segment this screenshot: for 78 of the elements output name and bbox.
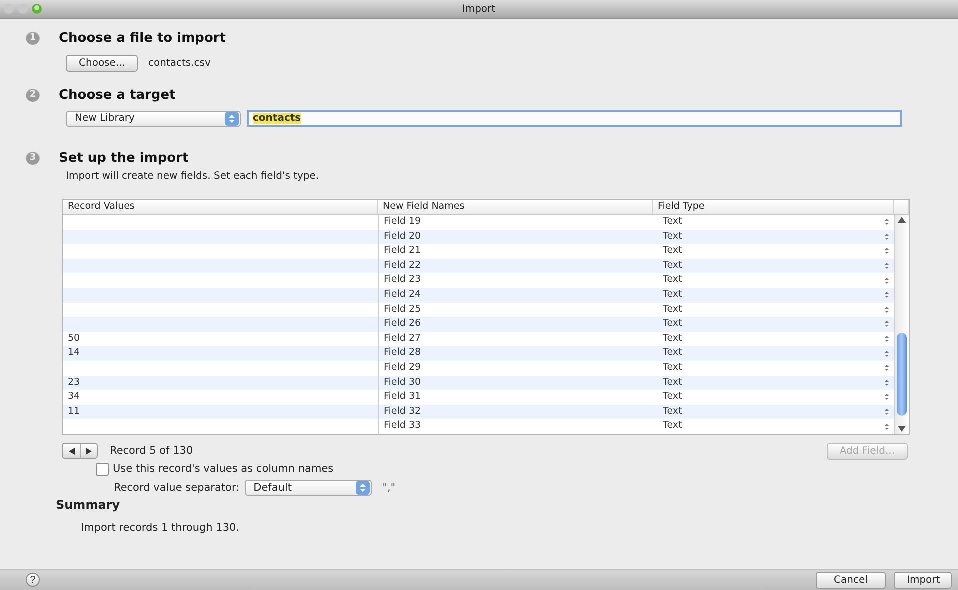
step-title: Choose a target <box>59 88 176 102</box>
field-type-popup[interactable]: Text <box>658 346 682 361</box>
help-button[interactable]: ? <box>26 573 40 587</box>
field-type-popup[interactable]: Text <box>658 419 682 434</box>
summary-title: Summary <box>55 498 122 512</box>
scroll-up-arrow-icon <box>898 217 906 223</box>
window-controls-icon <box>3 3 43 15</box>
stepper-arrows-icon <box>884 232 890 241</box>
field-type-popup[interactable]: Text <box>658 258 682 274</box>
field-type-popup[interactable]: Text <box>658 273 682 288</box>
target-popup[interactable]: New Library <box>66 110 241 126</box>
right-arrow-icon <box>86 448 92 455</box>
scroll-down-arrow-icon <box>898 426 906 432</box>
stepper-arrows-icon <box>884 276 890 285</box>
choose-button[interactable]: Choose... <box>66 55 138 72</box>
column-header[interactable]: Record Values <box>63 200 378 214</box>
description-text: Import will create new fields. Set each field's type. <box>66 171 320 182</box>
stepper-arrows-icon <box>884 364 890 372</box>
column-header[interactable]: Field Type <box>653 200 894 214</box>
field-type-popup[interactable]: Text <box>658 317 682 332</box>
checkbox-label[interactable]: Use this record's values as column names <box>113 463 334 476</box>
stepper-arrows-icon <box>884 218 890 226</box>
table-cell-text: 11 <box>67 404 82 419</box>
field-type-popup[interactable]: Text <box>658 215 682 230</box>
dialog-button[interactable]: Import <box>894 572 952 588</box>
step-number: 2 <box>26 88 40 102</box>
stepper-arrows-icon <box>884 262 890 270</box>
name-field[interactable]: contacts <box>247 110 902 127</box>
scrollbar[interactable] <box>894 215 909 434</box>
field-type-popup[interactable]: Text <box>658 390 682 405</box>
field-type-popup[interactable]: Text <box>658 302 682 318</box>
file-name: contacts.csv <box>148 58 211 69</box>
table-cell[interactable]: Field 32 <box>378 404 653 420</box>
table-cell-text: 34 <box>67 390 82 404</box>
field-type-popup[interactable]: Text <box>658 230 682 244</box>
table-cell[interactable]: Field 22 <box>378 258 653 274</box>
summary-text: Import records 1 through 130. <box>81 522 241 534</box>
field-type-popup[interactable]: Text <box>658 360 682 376</box>
field-type-popup[interactable]: Text <box>658 244 682 259</box>
table-cell[interactable]: Field 20 <box>378 230 653 244</box>
stepper-arrows-icon <box>884 291 890 300</box>
step-title: Set up the import <box>59 150 189 166</box>
stepper-arrows-icon <box>884 306 890 314</box>
step-number: 1 <box>26 31 40 45</box>
dialog-button[interactable]: Cancel <box>816 572 886 588</box>
table-cell[interactable]: Field 30 <box>378 376 653 390</box>
column-header[interactable]: New Field Names <box>378 200 653 214</box>
stepper-arrows-icon <box>884 408 890 416</box>
stepper-arrows-icon <box>884 378 890 387</box>
stepper-arrows-icon <box>884 320 890 328</box>
table-cell[interactable]: Field 26 <box>378 317 653 332</box>
table-cell[interactable]: Field 24 <box>378 288 653 303</box>
scrollbar-thumb[interactable] <box>897 333 907 416</box>
field-type-popup[interactable]: Text <box>658 376 682 390</box>
table-cell-text: 14 <box>67 346 82 360</box>
popup-arrows-icon <box>356 480 370 495</box>
table-cell[interactable]: Field 28 <box>378 346 653 361</box>
record-counter: Record 5 of 130 <box>110 445 194 458</box>
stepper-arrows-icon <box>884 335 890 344</box>
window-title: Import <box>462 4 496 14</box>
checkbox[interactable] <box>96 462 109 476</box>
separator-label: Record value separator: <box>114 482 240 494</box>
stepper-arrows-icon <box>884 247 890 256</box>
stepper-arrows-icon <box>884 350 890 358</box>
stepper-arrows-icon <box>884 393 890 402</box>
step-number: 3 <box>26 151 40 165</box>
stepper-arrows-icon <box>884 422 890 431</box>
separator-preview: "," <box>382 482 396 494</box>
popup-arrows-icon <box>225 112 239 126</box>
field-type-popup[interactable]: Text <box>658 332 682 346</box>
table-cell[interactable]: Field 33 <box>378 419 653 434</box>
step-title: Choose a file to import <box>59 30 226 46</box>
left-arrow-icon <box>68 448 74 455</box>
field-type-popup[interactable]: Text <box>658 288 682 303</box>
table-cell-text: 23 <box>67 376 82 390</box>
field-type-popup[interactable]: Text <box>658 404 682 420</box>
separator-popup[interactable]: Default <box>244 480 372 496</box>
table-cell-text: 50 <box>67 332 82 346</box>
